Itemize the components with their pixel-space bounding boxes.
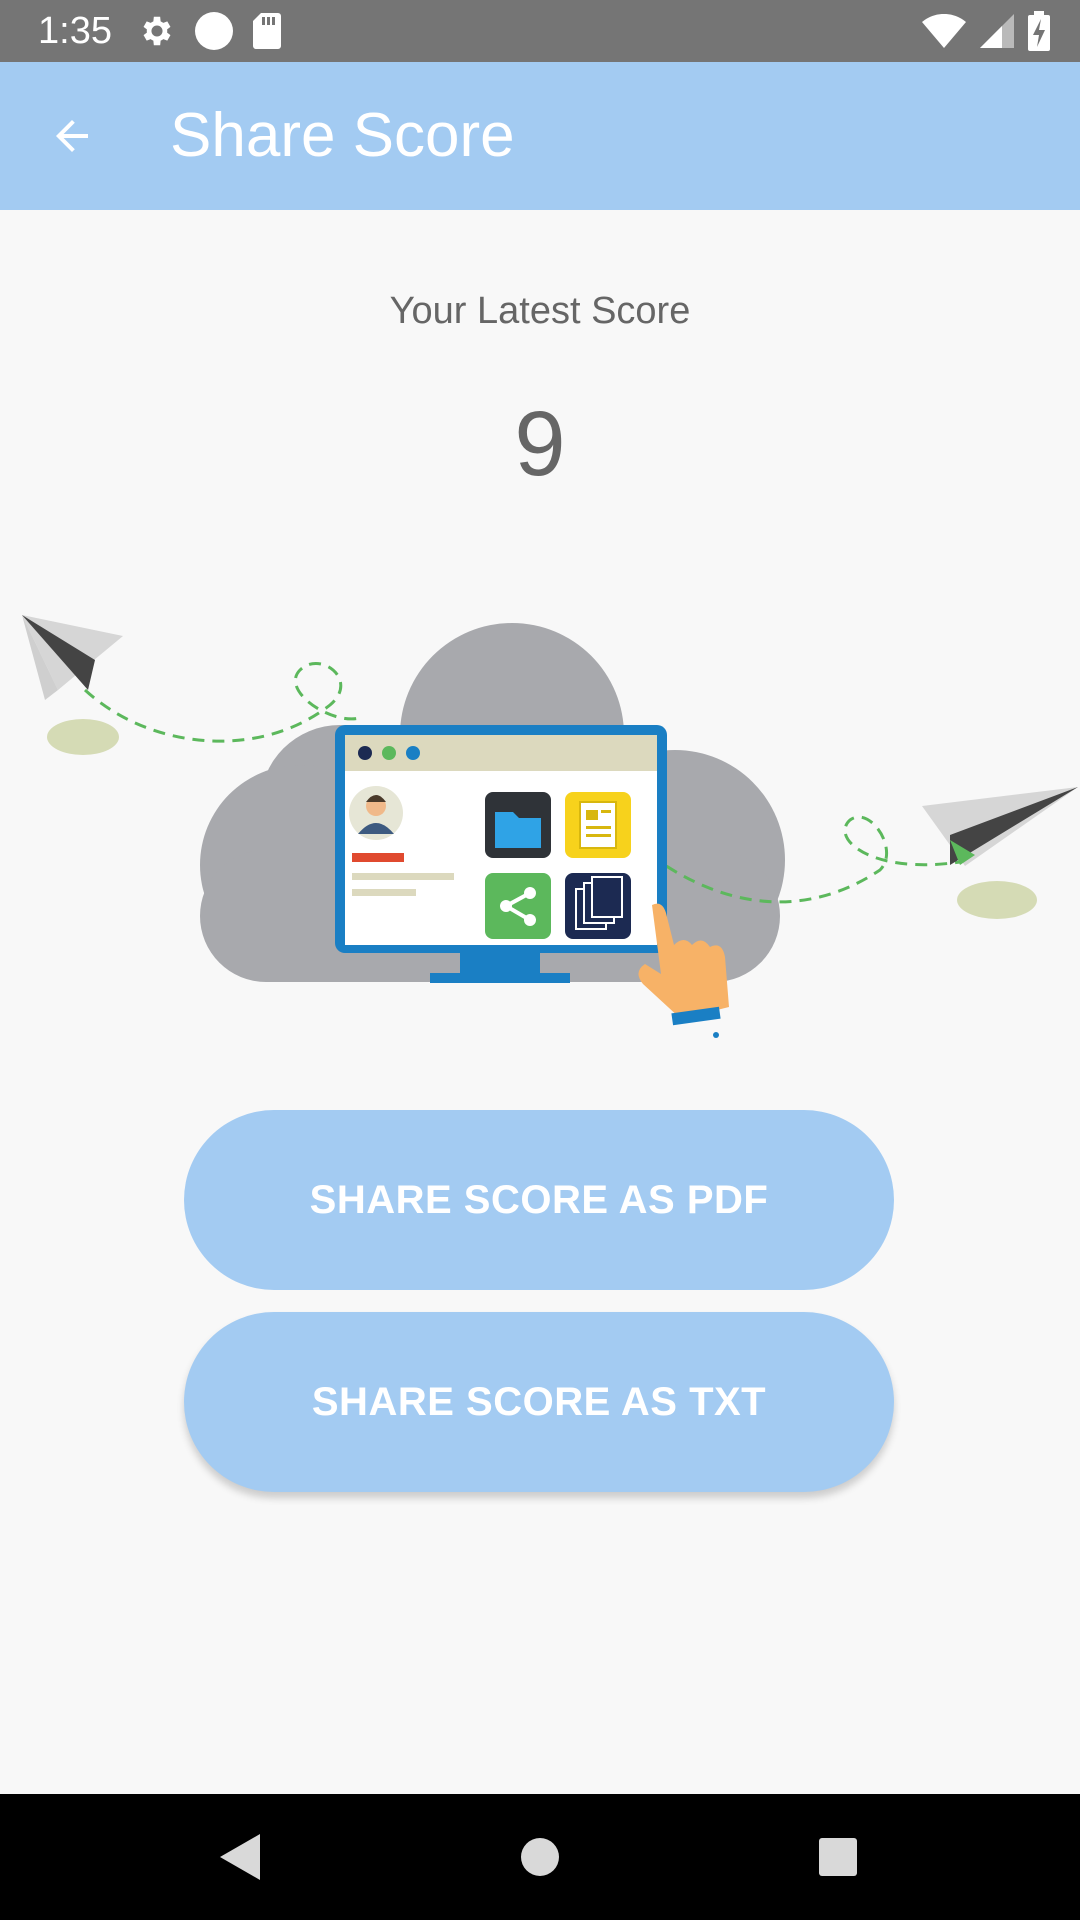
wifi-icon [922, 14, 966, 48]
nav-recents-button[interactable] [803, 1824, 873, 1890]
paper-plane-left-icon [22, 615, 123, 755]
gear-icon [138, 12, 176, 50]
share-txt-button[interactable]: SHARE SCORE AS TXT [184, 1312, 894, 1492]
cloud-sharing-illustration [22, 615, 1078, 1038]
score-label: Your Latest Score [389, 290, 691, 332]
back-triangle-icon [220, 1834, 260, 1880]
status-left-icons [138, 10, 282, 52]
home-circle-icon [521, 1838, 559, 1876]
status-right-icons [922, 10, 1050, 52]
arrow-left-icon [56, 120, 88, 152]
app-bar: Share Score [0, 62, 1080, 210]
nav-back-button[interactable] [204, 1824, 274, 1890]
sd-card-icon [252, 13, 282, 49]
recents-square-icon [819, 1838, 857, 1876]
status-bar: 1:35 [0, 0, 1080, 62]
paper-plane-right-icon [922, 787, 1078, 919]
monitor-icon [335, 725, 667, 983]
score-value: 9 [514, 393, 566, 495]
status-time: 1:35 [38, 10, 112, 52]
circle-icon [194, 11, 234, 51]
page-title: Share Score [170, 101, 515, 170]
back-button[interactable] [36, 104, 108, 168]
navigation-bar [0, 1794, 1080, 1920]
battery-charging-icon [1028, 11, 1050, 51]
signal-icon [980, 14, 1014, 48]
share-pdf-button[interactable]: SHARE SCORE AS PDF [184, 1110, 894, 1290]
nav-home-button[interactable] [505, 1824, 575, 1890]
